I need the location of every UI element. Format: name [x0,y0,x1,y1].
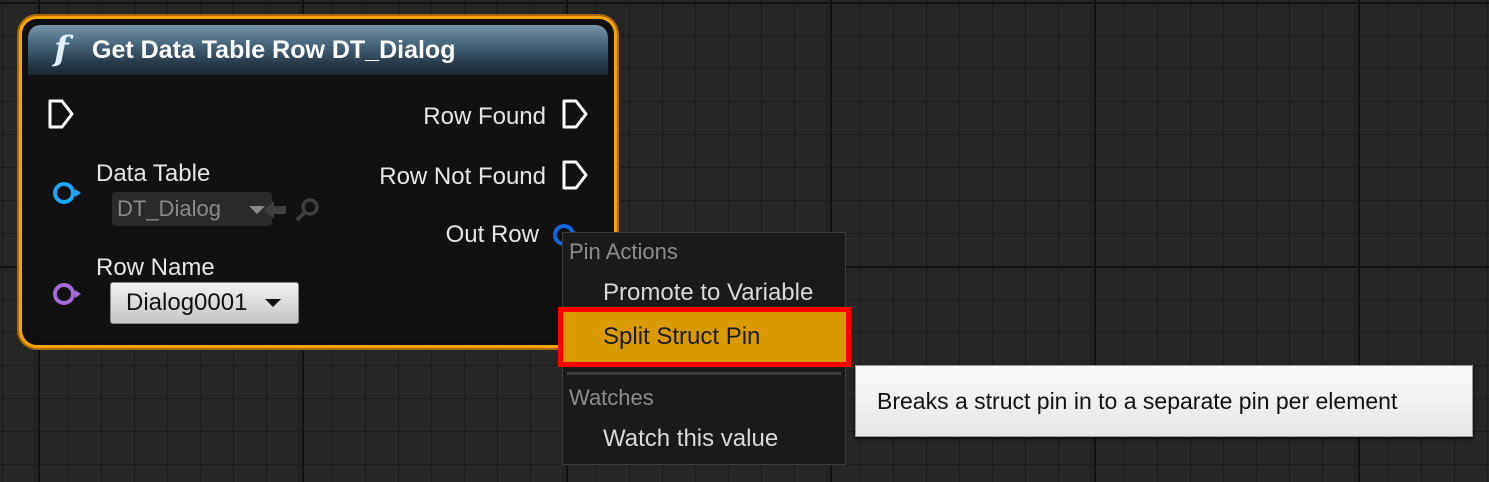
node-title: Get Data Table Row DT_Dialog [92,36,456,64]
data-table-pin-icon[interactable] [53,182,81,204]
row-name-dropdown[interactable]: Dialog0001 [110,282,299,324]
row-found-exec-pin-icon[interactable] [560,98,590,130]
data-table-label: Data Table [96,160,211,187]
use-selected-asset-arrow-icon[interactable] [261,196,289,224]
menu-divider [567,372,841,375]
row-name-label: Row Name [96,254,215,281]
exec-input-pin-icon[interactable] [46,98,76,130]
row-name-pin-icon[interactable] [53,283,81,305]
row-not-found-exec-pin-icon[interactable] [560,159,590,191]
menu-item-watch-this-value[interactable]: Watch this value [563,417,845,461]
data-table-dropdown[interactable]: DT_Dialog [112,192,272,226]
row-name-value: Dialog0001 [126,289,248,316]
browse-asset-search-icon[interactable] [294,196,322,224]
menu-section-watches: Watches [569,385,654,410]
menu-section-pin-actions: Pin Actions [569,239,678,264]
get-data-table-row-node[interactable]: f Get Data Table Row DT_Dialog Row Found… [19,16,617,348]
blueprint-graph-canvas[interactable]: f Get Data Table Row DT_Dialog Row Found… [0,0,1489,482]
function-icon: f [54,29,69,69]
data-table-value: DT_Dialog [117,196,221,221]
tooltip: Breaks a struct pin in to a separate pin… [855,365,1473,437]
row-not-found-label: Row Not Found [379,163,546,190]
out-row-label: Out Row [445,221,539,248]
node-body: f Get Data Table Row DT_Dialog Row Found… [28,25,608,339]
menu-item-split-struct-pin[interactable]: Split Struct Pin [558,307,851,367]
chevron-down-icon [265,299,281,307]
row-found-label: Row Found [423,103,546,130]
node-header[interactable]: f Get Data Table Row DT_Dialog [28,25,608,75]
